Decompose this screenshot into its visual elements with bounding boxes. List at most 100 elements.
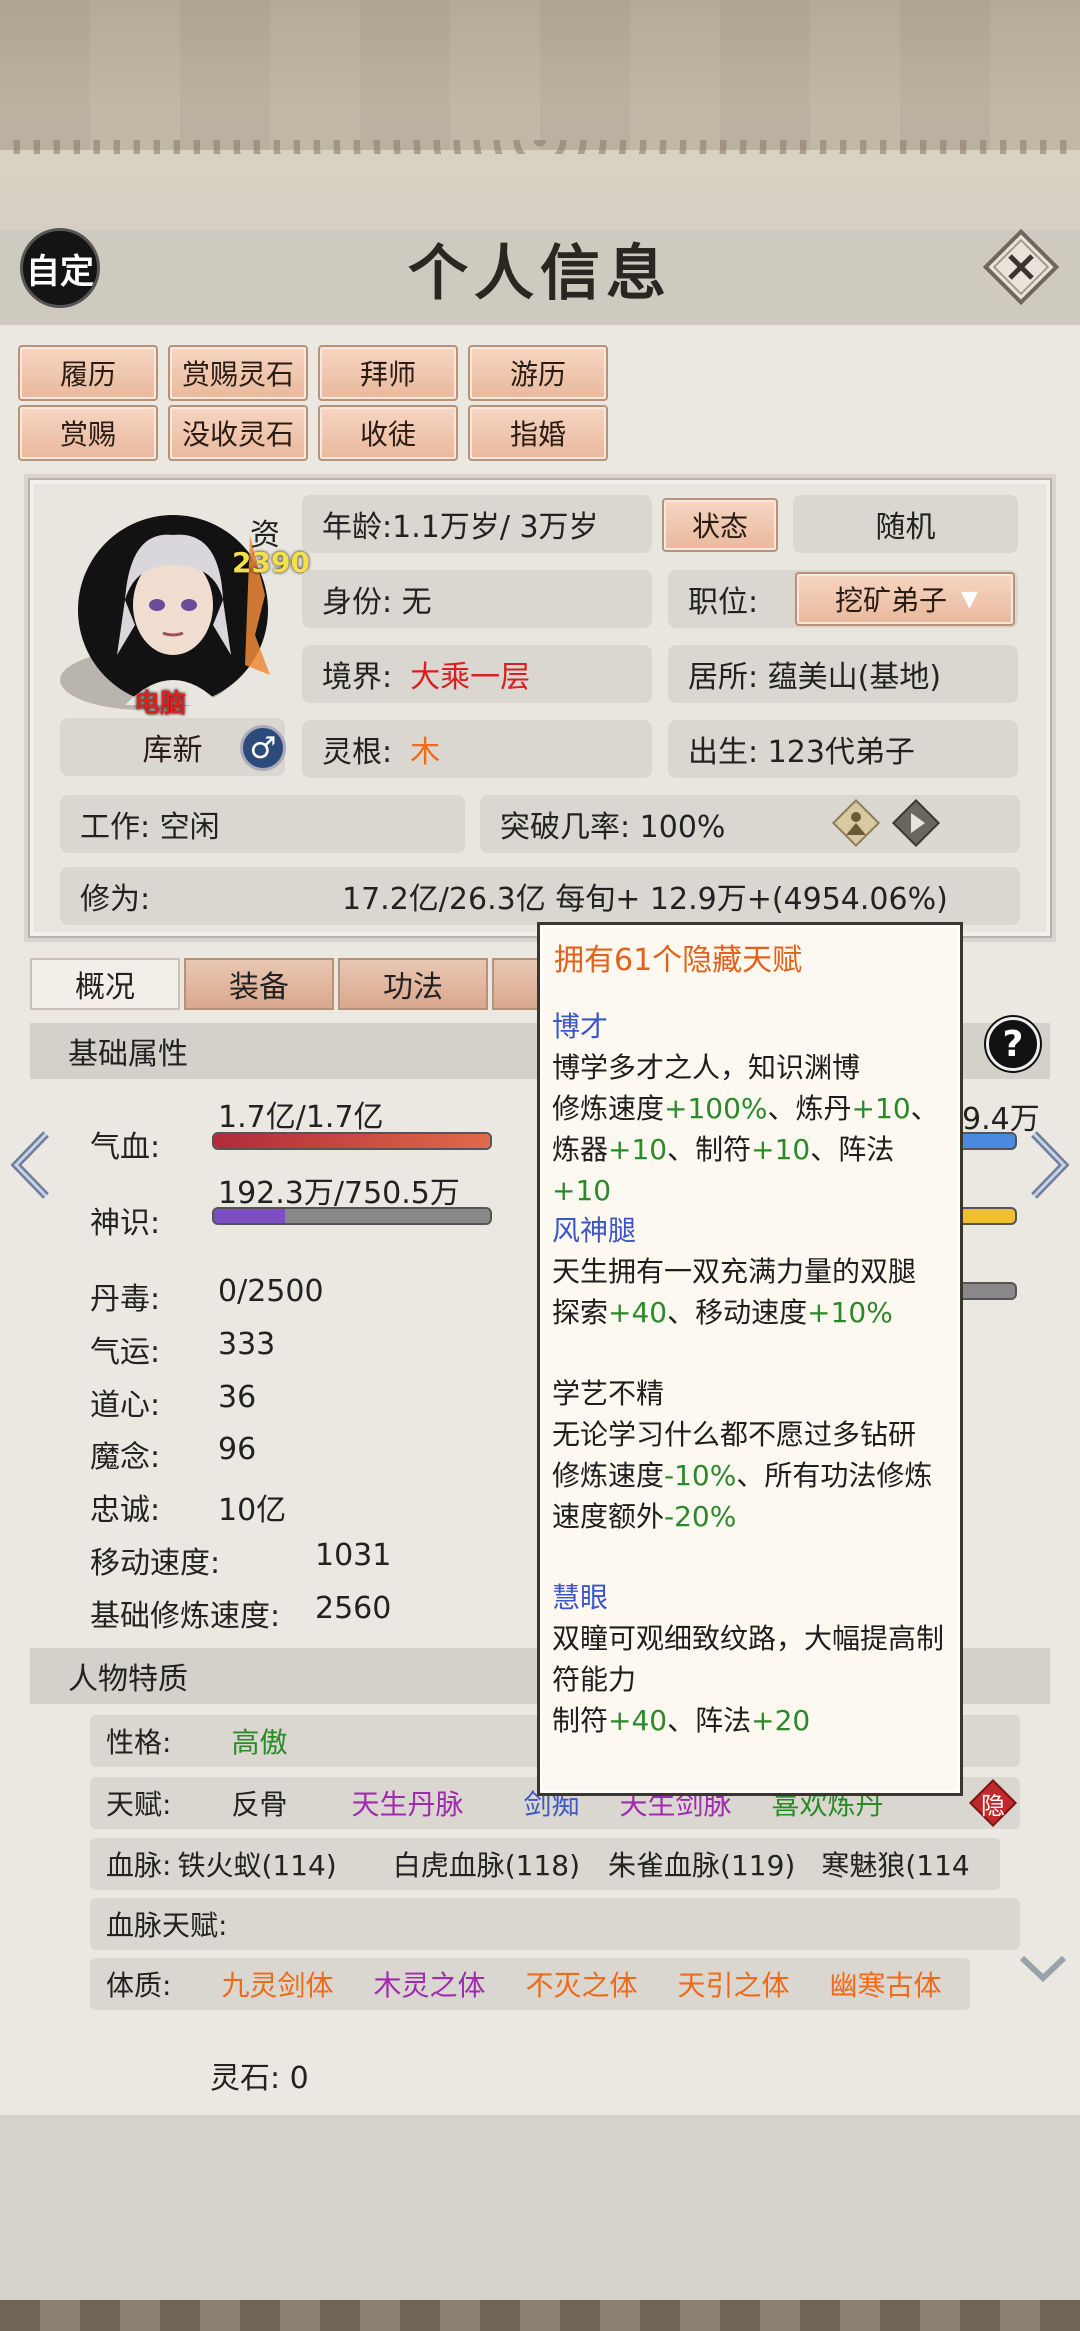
base-cultivation-speed-value: 2560: [315, 1591, 392, 1626]
physique-item[interactable]: 幽寒古体: [830, 1964, 942, 2004]
status-button[interactable]: 状态: [662, 498, 778, 552]
dao-heart-label: 道心:: [90, 1388, 161, 1423]
cultivation-label: 修为:: [80, 882, 151, 917]
arrange-marriage-button[interactable]: 指婚: [468, 405, 608, 461]
dao-heart-value: 36: [218, 1380, 257, 1415]
sense-value: 192.3万/750.5万: [218, 1176, 460, 1211]
apprentice-button[interactable]: 拜师: [318, 345, 458, 401]
talent-entry: 风神腿 天生拥有一双充满力量的双腿 探索+40、移动速度+10%: [552, 1210, 952, 1333]
talent-entry: 学艺不精 无论学习什么都不愿过多钻研 修炼速度-10%、所有功法修炼速度额外-2…: [552, 1373, 952, 1537]
hidden-badge-label: 隐: [981, 1792, 1005, 1820]
hidden-talents-button[interactable]: 隐: [968, 1778, 1018, 1828]
bloodline-item[interactable]: 朱雀血脉(119): [608, 1844, 795, 1884]
talent-effects: 制符+40、阵法+20: [552, 1700, 952, 1741]
bloodline-item[interactable]: 寒魅狼(114: [821, 1844, 969, 1884]
effect-value: +10%: [807, 1296, 893, 1329]
talent-effects: 探索+40、移动速度+10%: [552, 1292, 952, 1333]
random-button[interactable]: 随机: [793, 495, 1018, 553]
physique-item[interactable]: 天引之体: [677, 1964, 789, 2004]
hp-label: 气血:: [90, 1130, 161, 1165]
talent-item[interactable]: 天生丹脉: [351, 1783, 463, 1823]
effect-text: 制符: [552, 1704, 609, 1737]
effect-value: +20: [751, 1704, 811, 1737]
demon-thought-value: 96: [218, 1432, 257, 1467]
scroll-down-icon[interactable]: [1016, 1950, 1070, 1990]
spirit-root-value: 木: [410, 735, 441, 770]
help-button[interactable]: ?: [986, 1017, 1040, 1071]
right-bar-grey: [955, 1282, 1017, 1300]
effect-text: 、移动速度: [667, 1296, 808, 1329]
bloodline-item[interactable]: 铁火蚁(114): [177, 1844, 336, 1884]
tab-equipment[interactable]: 装备: [184, 958, 334, 1010]
effect-text: 、阵法: [667, 1704, 752, 1737]
talent-item[interactable]: 反骨: [231, 1783, 287, 1823]
bloodline-label: 血脉:: [106, 1849, 172, 1882]
right-bar-yellow: [955, 1207, 1017, 1225]
bottom-background: [0, 2115, 1080, 2331]
play-icon[interactable]: [890, 797, 942, 849]
residence-field: 居所: 蕴美山(基地): [668, 645, 1018, 703]
bloodline-row: 血脉: 铁火蚁(114) 白虎血脉(118) 朱雀血脉(119) 寒魅狼(114: [90, 1838, 1000, 1890]
sense-bar-fill: [214, 1209, 285, 1223]
spirit-root-field: 灵根: 木: [302, 720, 652, 778]
confiscate-stones-button[interactable]: 没收灵石: [168, 405, 308, 461]
chevron-down-icon: ▼: [961, 586, 978, 612]
spirit-root-label: 灵根:: [322, 735, 393, 770]
close-button[interactable]: [982, 228, 1060, 306]
effect-value: +10: [608, 1133, 668, 1166]
bloodline-talent-row: 血脉天赋:: [90, 1898, 1020, 1950]
effect-value: -10%: [664, 1459, 737, 1492]
tab-overview[interactable]: 概况: [30, 958, 180, 1010]
travel-button[interactable]: 游历: [468, 345, 608, 401]
talent-entry: 慧眼 双瞳可观细致纹路，大幅提高制符能力 制符+40、阵法+20: [552, 1577, 952, 1741]
position-dropdown[interactable]: 挖矿弟子 ▼: [795, 572, 1015, 626]
hp-bar: [212, 1132, 492, 1150]
physique-item[interactable]: 不灭之体: [525, 1964, 637, 2004]
talent-desc: 天生拥有一双充满力量的双腿: [552, 1255, 917, 1288]
sense-bar: [212, 1207, 492, 1225]
realm-label: 境界:: [322, 660, 393, 695]
reward-stones-button[interactable]: 赏赐灵石: [168, 345, 308, 401]
aptitude-value: 2390: [232, 546, 310, 579]
demon-thought-label: 魔念:: [90, 1440, 161, 1475]
position-value: 挖矿弟子: [835, 584, 948, 617]
accept-disciple-button[interactable]: 收徒: [318, 405, 458, 461]
talent-desc: 博学多才之人，知识渊博: [552, 1051, 861, 1084]
talent-name: 博才: [552, 1010, 609, 1043]
prev-arrow-icon[interactable]: [8, 1130, 54, 1200]
talent-name: 风神腿: [552, 1214, 637, 1247]
effect-text: 、: [910, 1092, 939, 1125]
luck-label: 气运:: [90, 1335, 161, 1370]
next-arrow-icon[interactable]: [1026, 1130, 1072, 1200]
page-title: 个人信息: [408, 239, 672, 309]
physique-item[interactable]: 木灵之体: [373, 1964, 485, 2004]
talent-desc: 无论学习什么都不愿过多钻研: [552, 1418, 917, 1451]
hidden-talents-tooltip: 拥有61个隐藏天赋 博才 博学多才之人，知识渊博 修炼速度+100%、炼丹+10…: [537, 922, 963, 1796]
tab-techniques[interactable]: 功法: [338, 958, 488, 1010]
sense-label: 神识:: [90, 1206, 161, 1241]
effect-value: -20%: [664, 1500, 737, 1533]
pill-toxin-value: 0/2500: [218, 1274, 324, 1309]
talent-name: 慧眼: [552, 1581, 609, 1614]
history-button[interactable]: 履历: [18, 345, 158, 401]
right-bar-blue: [955, 1132, 1017, 1150]
reward-button[interactable]: 赏赐: [18, 405, 158, 461]
work-field: 工作: 空闲: [60, 795, 465, 853]
effect-value: +100%: [664, 1092, 768, 1125]
close-icon: [982, 228, 1060, 306]
talent-label: 天赋:: [106, 1788, 172, 1821]
bloodline-item[interactable]: 白虎血脉(118): [393, 1844, 580, 1884]
effect-text: 探索: [552, 1296, 609, 1329]
loyalty-label: 忠诚:: [90, 1493, 161, 1528]
breakthrough-icon[interactable]: [830, 797, 882, 849]
effect-text: 、炼丹: [767, 1092, 852, 1125]
physique-item[interactable]: 九灵剑体: [221, 1964, 333, 2004]
tab-more[interactable]: [492, 958, 542, 1010]
hp-bar-fill: [214, 1134, 490, 1148]
controller-tag: 电脑: [134, 689, 187, 719]
physique-row: 体质: 九灵剑体 木灵之体 不灭之体 天引之体 幽寒古体: [90, 1958, 970, 2010]
talent-effects: 修炼速度+100%、炼丹+10、 炼器+10、制符+10、阵法+10: [552, 1088, 952, 1211]
male-icon: ♂: [240, 725, 286, 771]
effect-text: 修炼速度: [552, 1092, 665, 1125]
luck-value: 333: [218, 1327, 276, 1362]
